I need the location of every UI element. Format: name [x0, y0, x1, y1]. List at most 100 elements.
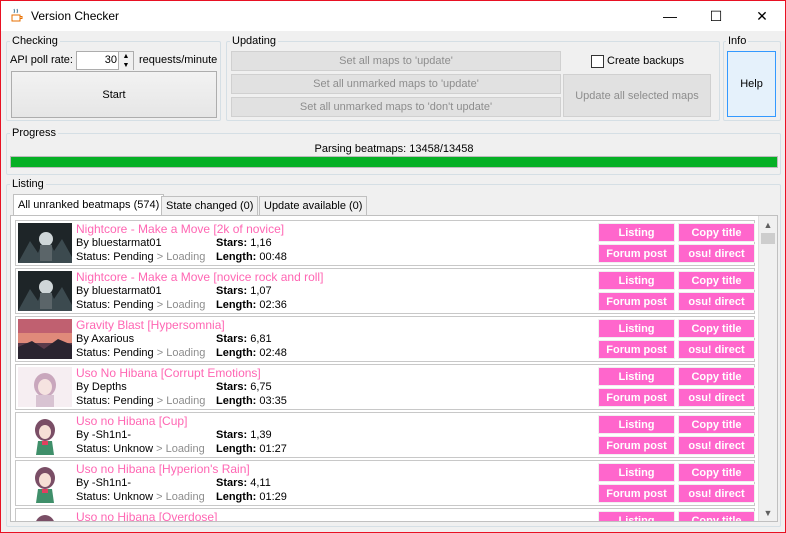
- listing-button[interactable]: Listing: [598, 319, 675, 338]
- close-icon: ✕: [756, 7, 768, 24]
- help-button[interactable]: Help: [727, 51, 776, 117]
- version-checker-window: Version Checker — ☐ ✕ Checking API poll …: [0, 0, 786, 533]
- beatmap-mapper: By Depths: [76, 381, 127, 393]
- updating-group-label: Updating: [230, 35, 279, 47]
- beatmap-status: Status: Pending > Loading: [76, 395, 206, 407]
- beatmap-status: Status: Pending > Loading: [76, 251, 206, 263]
- poll-rate-spinner[interactable]: 30 ▲ ▼: [76, 51, 134, 70]
- forum-post-button[interactable]: Forum post: [598, 436, 675, 455]
- beatmap-row[interactable]: Nightcore - Make a Move [novice rock and…: [15, 268, 755, 314]
- checking-group-label: Checking: [10, 35, 60, 47]
- beatmap-mapper: By -Sh1n1-: [76, 477, 132, 489]
- poll-rate-value[interactable]: 30: [105, 54, 117, 66]
- copy-title-button[interactable]: Copy title: [678, 367, 755, 386]
- info-group-label: Info: [726, 35, 749, 47]
- beatmap-row[interactable]: Uso no Hibana [Hyperion's Rain] By -Sh1n1…: [15, 460, 755, 506]
- beatmap-thumbnail: [18, 415, 72, 455]
- osu-direct-button[interactable]: osu! direct: [678, 244, 755, 263]
- set-unmarked-dont-update-button[interactable]: Set all unmarked maps to 'don't update': [231, 97, 561, 117]
- beatmap-length: Length: 03:35: [216, 395, 287, 407]
- beatmap-length: Length: 01:29: [216, 491, 287, 503]
- beatmap-row[interactable]: Gravity Blast [Hypersomnia] By Axarious St…: [15, 316, 755, 362]
- beatmap-thumbnail: [18, 319, 72, 359]
- osu-direct-button[interactable]: osu! direct: [678, 292, 755, 311]
- osu-direct-button[interactable]: osu! direct: [678, 436, 755, 455]
- list-scrollbar[interactable]: ▲ ▼: [758, 216, 777, 521]
- beatmap-mapper: By -Sh1n1-: [76, 429, 132, 441]
- beatmap-row[interactable]: Uso No Hibana [Corrupt Emotions] By Depth…: [15, 364, 755, 410]
- listing-button[interactable]: Listing: [598, 367, 675, 386]
- progress-group-label: Progress: [10, 127, 59, 139]
- beatmap-row[interactable]: Uso no Hibana [Cup] By -Sh1n1- Status: Unk…: [15, 412, 755, 458]
- tab-state-changed[interactable]: State changed (0): [161, 196, 259, 215]
- update-selected-button[interactable]: Update all selected maps: [563, 74, 711, 117]
- beatmap-thumbnail: [18, 271, 72, 311]
- create-backups-checkbox[interactable]: [591, 55, 604, 68]
- set-all-update-button[interactable]: Set all maps to 'update': [231, 51, 561, 71]
- loading-indicator: > Loading: [153, 443, 205, 455]
- copy-title-button[interactable]: Copy title: [678, 511, 755, 521]
- beatmap-row[interactable]: Uso no Hibana [Overdose] Listing Copy titl…: [15, 508, 755, 521]
- beatmap-mapper: By bluestarmat01: [76, 285, 162, 297]
- copy-title-button[interactable]: Copy title: [678, 319, 755, 338]
- beatmap-row[interactable]: Nightcore - Make a Move [2k of novice] By…: [15, 220, 755, 266]
- copy-title-button[interactable]: Copy title: [678, 463, 755, 482]
- copy-title-button[interactable]: Copy title: [678, 415, 755, 434]
- forum-post-button[interactable]: Forum post: [598, 244, 675, 263]
- loading-indicator: > Loading: [153, 251, 206, 263]
- listing-button[interactable]: Listing: [598, 223, 675, 242]
- osu-direct-button[interactable]: osu! direct: [678, 388, 755, 407]
- listing-button[interactable]: Listing: [598, 511, 675, 521]
- beatmap-status: Status: Unknow > Loading: [76, 491, 205, 503]
- beatmap-title: Uso no Hibana [Cup]: [76, 414, 188, 428]
- loading-indicator: > Loading: [153, 395, 206, 407]
- close-button[interactable]: ✕: [739, 1, 785, 31]
- beatmap-title: Nightcore - Make a Move [2k of novice]: [76, 222, 285, 236]
- scroll-down-icon[interactable]: ▼: [759, 504, 777, 521]
- spinner-down-icon[interactable]: ▼: [118, 61, 133, 70]
- beatmap-mapper: By bluestarmat01: [76, 237, 162, 249]
- forum-post-button[interactable]: Forum post: [598, 484, 675, 503]
- progress-status-text: Parsing beatmaps: 13458/13458: [314, 143, 474, 155]
- copy-title-button[interactable]: Copy title: [678, 223, 755, 242]
- set-unmarked-update-button[interactable]: Set all unmarked maps to 'update': [231, 74, 561, 94]
- copy-title-button[interactable]: Copy title: [678, 271, 755, 290]
- beatmap-list[interactable]: Nightcore - Make a Move [2k of novice] By…: [10, 215, 778, 522]
- maximize-button[interactable]: ☐: [693, 1, 739, 31]
- beatmap-thumbnail: [18, 511, 72, 521]
- forum-post-button[interactable]: Forum post: [598, 388, 675, 407]
- forum-post-button[interactable]: Forum post: [598, 292, 675, 311]
- beatmap-length: Length: 02:48: [216, 347, 287, 359]
- beatmap-stars: Stars: 6,81: [216, 333, 272, 345]
- beatmap-title: Gravity Blast [Hypersomnia]: [76, 318, 225, 332]
- listing-button[interactable]: Listing: [598, 463, 675, 482]
- progress-bar: [10, 156, 778, 168]
- osu-direct-button[interactable]: osu! direct: [678, 340, 755, 359]
- forum-post-button[interactable]: Forum post: [598, 340, 675, 359]
- beatmap-stars: Stars: 1,16: [216, 237, 272, 249]
- poll-rate-unit: requests/minute: [139, 54, 218, 66]
- loading-indicator: > Loading: [153, 347, 206, 359]
- window-title: Version Checker: [31, 9, 120, 23]
- start-button[interactable]: Start: [11, 71, 217, 118]
- scroll-up-icon[interactable]: ▲: [759, 216, 777, 233]
- spinner-up-icon[interactable]: ▲: [118, 52, 133, 61]
- listing-button[interactable]: Listing: [598, 415, 675, 434]
- beatmap-stars: Stars: 1,39: [216, 429, 272, 441]
- beatmap-status: Status: Unknow > Loading: [76, 443, 205, 455]
- title-bar[interactable]: Version Checker — ☐ ✕: [1, 1, 785, 31]
- beatmap-length: Length: 01:27: [216, 443, 287, 455]
- osu-direct-button[interactable]: osu! direct: [678, 484, 755, 503]
- beatmap-stars: Stars: 6,75: [216, 381, 272, 393]
- beatmap-status: Status: Pending > Loading: [76, 347, 206, 359]
- beatmap-title: Nightcore - Make a Move [novice rock and…: [76, 270, 324, 284]
- tab-all-unranked[interactable]: All unranked beatmaps (574): [13, 194, 165, 215]
- scroll-thumb[interactable]: [761, 233, 775, 244]
- minimize-button[interactable]: —: [647, 1, 693, 31]
- beatmap-length: Length: 02:36: [216, 299, 287, 311]
- beatmap-stars: Stars: 4,11: [216, 477, 271, 489]
- tab-update-available[interactable]: Update available (0): [259, 196, 368, 215]
- beatmap-title: Uso no Hibana [Hyperion's Rain]: [76, 462, 250, 476]
- maximize-icon: ☐: [709, 7, 723, 24]
- listing-button[interactable]: Listing: [598, 271, 675, 290]
